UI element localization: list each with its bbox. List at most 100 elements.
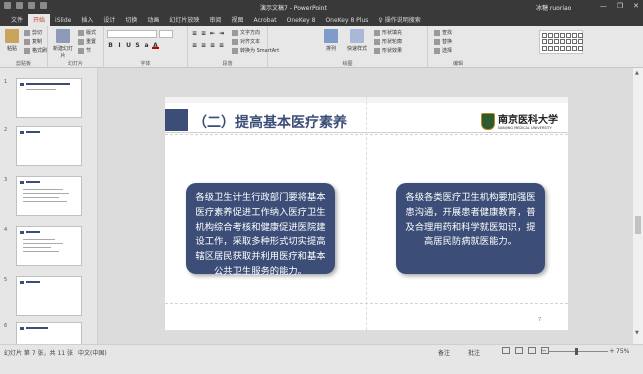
slide-thumbnails-pane: 1 2 3 4 5 6 [0, 68, 98, 344]
align-text-button[interactable]: 对齐文本 [232, 38, 260, 45]
slide-thumbnail[interactable] [16, 126, 82, 166]
thumbnail-row: 3 [4, 176, 94, 218]
slideshow-icon[interactable] [40, 2, 47, 9]
italic-icon[interactable]: I [116, 42, 123, 49]
title-accent-bar [165, 109, 188, 131]
select-button[interactable]: 选择 [434, 47, 452, 54]
shape-fill-button[interactable]: 形状填充 [374, 29, 402, 36]
redo-icon[interactable] [28, 2, 35, 9]
layout-button[interactable]: 版式 [78, 29, 96, 36]
language-indicator[interactable]: 中文(中国) [78, 348, 107, 357]
new-slide-icon [56, 29, 70, 43]
format-painter-button[interactable]: 格式刷 [24, 47, 47, 54]
arrange-button[interactable]: 排列 [320, 29, 342, 55]
zoom-slider-handle[interactable] [575, 348, 578, 355]
shadow-icon[interactable]: S [134, 42, 141, 49]
clipboard-group: 粘贴 剪切 复制 格式刷 剪贴板 [0, 26, 48, 68]
zoom-level[interactable]: 75% [616, 348, 629, 355]
smartart-icon [232, 47, 238, 54]
close-button[interactable]: ✕ [633, 2, 639, 10]
cut-button[interactable]: 剪切 [24, 29, 42, 36]
save-icon[interactable] [4, 2, 11, 9]
increase-indent-icon[interactable]: ⇥ [218, 30, 225, 37]
thumbnail-row: 2 [4, 126, 94, 168]
university-seal-icon [481, 113, 495, 130]
font-name-input[interactable] [107, 30, 157, 38]
maximize-button[interactable]: ❐ [617, 2, 623, 10]
find-button[interactable]: 查找 [434, 29, 452, 36]
normal-view-icon[interactable] [502, 347, 510, 354]
tab-slideshow[interactable]: 幻灯片放映 [164, 14, 204, 26]
shape-effects-button[interactable]: 形状效果 [374, 47, 402, 54]
align-right-icon[interactable]: ≡ [209, 42, 216, 49]
slide-thumbnail[interactable] [16, 276, 82, 316]
section-icon [78, 47, 84, 54]
bold-icon[interactable]: B [107, 42, 114, 49]
window-controls: — ❐ ✕ [600, 2, 639, 10]
font-size-input[interactable] [159, 30, 173, 38]
tab-file[interactable]: 文件 [6, 14, 28, 26]
slide-thumbnail[interactable] [16, 226, 82, 266]
thumbnail-number: 5 [4, 277, 8, 283]
tab-transitions[interactable]: 切换 [120, 14, 142, 26]
scroll-down-icon[interactable]: ▼ [635, 330, 639, 336]
zoom-slider[interactable] [548, 351, 608, 352]
tab-design[interactable]: 设计 [98, 14, 120, 26]
shapes-gallery[interactable] [539, 30, 583, 54]
tab-islide[interactable]: iSlide [50, 16, 76, 26]
numbering-icon[interactable]: ≡ [200, 30, 207, 37]
decrease-indent-icon[interactable]: ⇤ [209, 30, 216, 37]
zoom-in-icon[interactable]: + [609, 347, 615, 355]
underline-icon[interactable]: U [125, 42, 132, 49]
section-button[interactable]: 节 [78, 47, 91, 54]
tab-insert[interactable]: 插入 [76, 14, 98, 26]
scissors-icon [24, 29, 30, 36]
title-bar: 演示文稿7 - PowerPoint 冰糖 ruoriao — ❐ ✕ [0, 0, 643, 14]
copy-button[interactable]: 复制 [24, 38, 42, 45]
tab-animations[interactable]: 动画 [142, 14, 164, 26]
align-center-icon[interactable]: ≡ [200, 42, 207, 49]
strikethrough-icon[interactable]: a [143, 42, 150, 49]
scroll-up-icon[interactable]: ▲ [635, 70, 639, 76]
ribbon: 粘贴 剪切 复制 格式刷 剪贴板 新建幻灯片 版式 重置 节 幻灯片 B I U… [0, 26, 643, 68]
tell-me-search[interactable]: ♀ 操作说明搜索 [373, 14, 425, 26]
shape-outline-button[interactable]: 形状轮廓 [374, 38, 402, 45]
bullets-icon[interactable]: ≡ [191, 30, 198, 37]
slide-sorter-icon[interactable] [515, 347, 523, 354]
tab-view[interactable]: 视图 [226, 14, 248, 26]
tab-acrobat[interactable]: Acrobat [248, 16, 281, 26]
current-slide[interactable]: （二）提高基本医疗素养 南京医科大学 NANJING MEDICAL UNIVE… [165, 97, 568, 330]
font-color-icon[interactable]: A [152, 42, 159, 49]
slide-thumbnail[interactable] [16, 78, 82, 118]
tab-home[interactable]: 开始 [28, 14, 51, 26]
justify-icon[interactable]: ≡ [218, 42, 225, 49]
replace-icon [434, 38, 440, 45]
reading-view-icon[interactable] [528, 347, 536, 354]
text-direction-icon [232, 29, 238, 36]
new-slide-button[interactable]: 新建幻灯片 [52, 29, 74, 59]
undo-icon[interactable] [16, 2, 23, 9]
minimize-button[interactable]: — [600, 2, 607, 10]
text-direction-button[interactable]: 文字方向 [232, 29, 260, 36]
paste-button[interactable]: 粘贴 [3, 29, 21, 55]
notes-button[interactable]: 备注 [438, 348, 450, 357]
tab-onekey8[interactable]: OneKey 8 [282, 16, 321, 26]
vertical-scrollbar[interactable]: ▲ ▼ [633, 68, 643, 344]
slide-thumbnail[interactable] [16, 176, 82, 216]
replace-button[interactable]: 替换 [434, 38, 452, 45]
quick-styles-button[interactable]: 快速样式 [345, 29, 369, 55]
group-label: 编辑 [452, 61, 463, 67]
tab-review[interactable]: 审阅 [204, 14, 226, 26]
comments-button[interactable]: 批注 [468, 348, 480, 357]
slide-title[interactable]: （二）提高基本医疗素养 [193, 112, 347, 132]
slide-thumbnail[interactable] [16, 322, 82, 344]
editing-group: 查找 替换 选择 编辑 [428, 26, 488, 68]
align-left-icon[interactable]: ≡ [191, 42, 198, 49]
text-card-left[interactable]: 各级卫生计生行政部门要将基本医疗素养促进工作纳入医疗卫生机构综合考核和健康促进医… [186, 183, 335, 277]
tab-onekey8plus[interactable]: OneKey 8 Plus [320, 16, 373, 26]
scroll-thumb[interactable] [635, 216, 641, 234]
text-card-right[interactable]: 各级各类医疗卫生机构要加强医患沟通，开展患者健康教育，普及合理用药和科学就医知识… [396, 183, 545, 274]
zoom-out-icon[interactable]: − [541, 347, 547, 355]
reset-button[interactable]: 重置 [78, 38, 96, 45]
user-name[interactable]: 冰糖 ruoriao [536, 3, 571, 12]
